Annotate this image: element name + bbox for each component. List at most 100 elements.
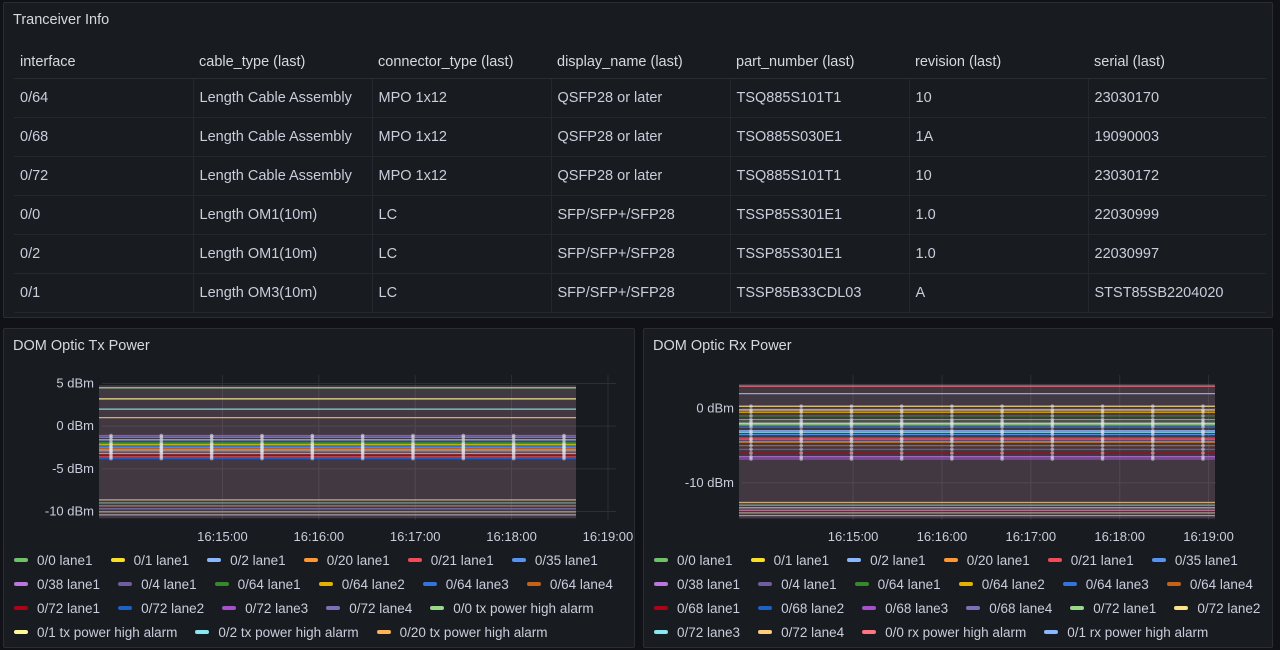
rx-power-chart[interactable]: 0 dBm -10 dBm 16:15:00 16:16:00 16:17:00 16:1…: [644, 365, 1272, 550]
column-header[interactable]: part_number (last): [730, 46, 909, 79]
legend-item[interactable]: 0/0 tx power high alarm: [430, 599, 594, 617]
legend-item[interactable]: 0/20 lane1: [943, 551, 1030, 569]
legend-item[interactable]: 0/68 lane4: [966, 599, 1052, 617]
legend-item[interactable]: 0/20 lane1: [303, 551, 390, 569]
table-header-row: interface cable_type (last) connector_type…: [14, 46, 1266, 79]
column-header[interactable]: cable_type (last): [193, 46, 372, 79]
legend-item[interactable]: 0/64 lane3: [1062, 575, 1149, 593]
panel-title: DOM Optic Tx Power: [13, 338, 150, 354]
data-point: [849, 414, 854, 418]
legend-item[interactable]: 0/72 lane1: [14, 599, 100, 617]
data-point: [1050, 414, 1055, 418]
legend-item[interactable]: 0/1 tx power high alarm: [14, 623, 177, 641]
data-point: [1000, 408, 1004, 412]
legend-item[interactable]: 0/0 rx power high alarm: [862, 623, 1026, 641]
legend-item[interactable]: 0/64 lane2: [318, 575, 405, 593]
table-cell: Length Cable Assembly: [193, 78, 373, 118]
column-header[interactable]: revision (last): [909, 46, 1088, 79]
data-point: [1050, 447, 1055, 452]
data-point: [1000, 457, 1004, 461]
data-point: [562, 453, 566, 457]
legend-item[interactable]: 0/68 lane3: [862, 599, 948, 617]
legend-item[interactable]: 0/68 lane1: [654, 599, 740, 617]
legend-swatch: [1047, 558, 1062, 562]
legend-item[interactable]: 0/72 lane3: [654, 623, 740, 641]
transceiver-table: interface cable_type (last) connector_type…: [14, 46, 1266, 313]
data-point: [360, 456, 365, 461]
tx-power-chart[interactable]: 5 dBm 0 dBm -5 dBm -10 dBm 16:15:00 16:16:00 1…: [4, 365, 634, 550]
data-point: [1201, 457, 1205, 461]
x-tick-label: 16:16:00: [917, 529, 968, 544]
table-cell: 0/68: [14, 117, 194, 157]
legend-item[interactable]: 0/20 tx power high alarm: [376, 623, 547, 641]
legend-item[interactable]: 0/38 lane1: [654, 575, 740, 593]
legend-item[interactable]: 0/72 lane4: [326, 599, 412, 617]
legend-item[interactable]: 0/0 lane1: [654, 551, 733, 569]
legend-item[interactable]: 0/72 lane1: [1070, 599, 1156, 617]
data-point: [562, 433, 566, 438]
legend-item[interactable]: 0/72 lane2: [118, 599, 204, 617]
data-point: [1100, 423, 1105, 427]
legend-item[interactable]: 0/2 lane1: [207, 551, 286, 569]
column-header[interactable]: display_name (last): [551, 46, 730, 79]
data-point: [799, 447, 804, 452]
legend-label: 0/35 lane1: [1174, 552, 1238, 568]
data-point: [1100, 437, 1105, 442]
legend-item[interactable]: 0/38 lane1: [14, 575, 100, 593]
data-point: [899, 443, 904, 448]
data-point: [159, 449, 164, 453]
legend-item[interactable]: 0/1 lane1: [750, 551, 829, 569]
x-tick-label: 16:18:00: [1094, 529, 1145, 544]
legend-item[interactable]: 0/64 lane4: [1166, 575, 1253, 593]
legend-item[interactable]: 0/2 lane1: [847, 551, 926, 569]
legend-label: 0/35 lane1: [534, 552, 598, 568]
legend-label: 0/0 lane1: [677, 552, 733, 568]
column-header[interactable]: serial (last): [1088, 46, 1266, 79]
column-header[interactable]: interface: [14, 46, 193, 79]
legend-label: 0/64 lane2: [341, 576, 405, 592]
table-row: 0/64 Length Cable Assembly MPO 1x12 QSFP28 …: [14, 78, 1266, 118]
data-point: [1150, 423, 1155, 427]
data-point: [109, 453, 113, 457]
legend-item[interactable]: 0/64 lane1: [854, 575, 941, 593]
legend-item[interactable]: 0/0 lane1: [14, 551, 93, 569]
legend-swatch: [422, 582, 437, 586]
legend-item[interactable]: 0/4 lane1: [118, 575, 197, 593]
legend-label: 0/64 lane3: [1085, 576, 1149, 592]
legend-item[interactable]: 0/64 lane3: [422, 575, 509, 593]
legend-swatch: [222, 606, 237, 610]
legend-swatch: [758, 606, 773, 610]
data-point: [849, 404, 854, 409]
data-point: [1000, 404, 1004, 409]
data-point: [461, 449, 466, 453]
legend-label: 0/68 lane1: [677, 600, 741, 616]
data-point: [1150, 404, 1155, 409]
data-point: [899, 414, 904, 418]
legend-item[interactable]: 0/64 lane1: [214, 575, 301, 593]
legend-item[interactable]: 0/64 lane2: [958, 575, 1045, 593]
legend-item[interactable]: 0/72 lane4: [758, 623, 844, 641]
table-row: 0/72 Length Cable Assembly MPO 1x12 QSFP28 …: [14, 156, 1266, 196]
column-header[interactable]: connector_type (last): [372, 46, 551, 79]
legend-item[interactable]: 0/1 lane1: [110, 551, 189, 569]
table-cell: Length OM1(10m): [193, 234, 373, 274]
legend-item[interactable]: 0/21 lane1: [407, 551, 494, 569]
y-tick-label: -10 dBm: [685, 475, 734, 490]
legend-item[interactable]: 0/72 lane3: [222, 599, 308, 617]
table-cell: TSSP85B33CDL03: [730, 273, 910, 313]
data-point: [109, 449, 113, 453]
legend-item[interactable]: 0/72 lane2: [1174, 599, 1260, 617]
legend-swatch: [376, 630, 391, 634]
data-point: [1201, 408, 1205, 412]
table-cell: LC: [372, 234, 552, 274]
legend-item[interactable]: 0/35 lane1: [511, 551, 598, 569]
legend-item[interactable]: 0/4 lane1: [758, 575, 837, 593]
legend-item[interactable]: 0/1 rx power high alarm: [1044, 623, 1208, 641]
table-cell: Length OM3(10m): [193, 273, 373, 313]
legend-item[interactable]: 0/2 tx power high alarm: [195, 623, 359, 641]
legend-item[interactable]: 0/35 lane1: [1151, 551, 1238, 569]
legend-item[interactable]: 0/64 lane4: [526, 575, 613, 593]
legend-item[interactable]: 0/21 lane1: [1047, 551, 1134, 569]
data-point: [1100, 430, 1105, 435]
legend-item[interactable]: 0/68 lane2: [758, 599, 844, 617]
